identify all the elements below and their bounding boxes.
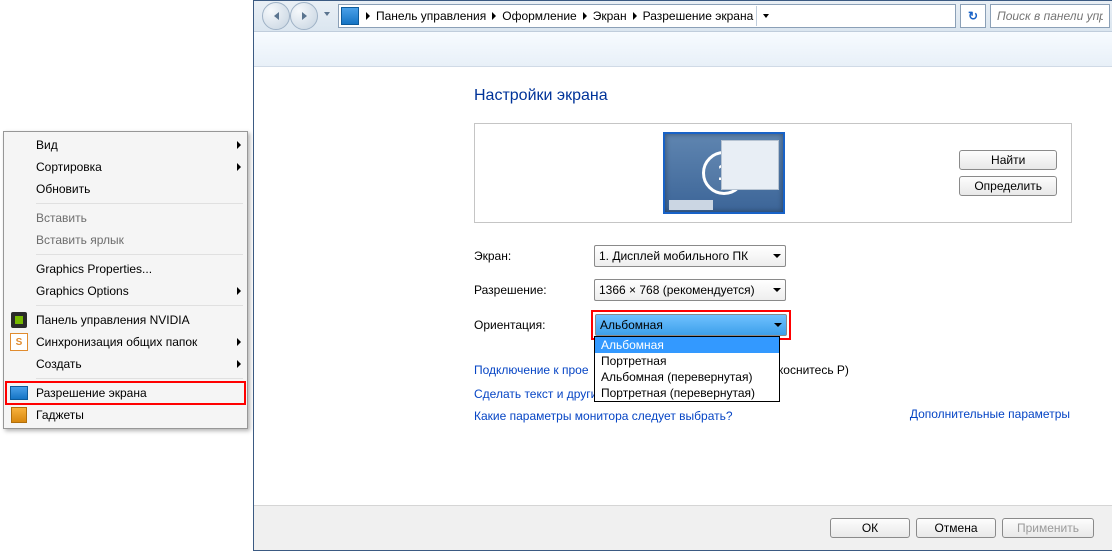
menu-item-create[interactable]: Создать [6,353,245,375]
dialog-footer: ОК Отмена Применить [254,505,1112,550]
menu-item-sync-folders[interactable]: S Синхронизация общих папок [6,331,245,353]
orientation-option[interactable]: Портретная (перевернутая) [595,385,779,401]
orientation-row: Ориентация: Альбомная Альбомная Портретн… [474,313,1072,337]
resolution-label: Разрешение: [474,283,594,297]
detect-button[interactable]: Определить [959,176,1057,196]
title-bar: Панель управления Оформление Экран Разре… [254,1,1112,32]
menu-item-nvidia[interactable]: Панель управления NVIDIA [6,309,245,331]
chevron-right-icon [366,12,370,20]
nvidia-icon [11,312,27,328]
breadcrumb-item[interactable]: Разрешение экрана [640,9,757,23]
menu-item-sort[interactable]: Сортировка [6,156,245,178]
toolbar-strip [254,32,1112,67]
arrow-right-icon [302,12,307,20]
resolution-row: Разрешение: 1366 × 768 (рекомендуется) [474,279,1072,301]
resolution-dropdown[interactable]: 1366 × 768 (рекомендуется) [594,279,786,301]
display-preview-box: 1 Найти Определить [474,123,1072,223]
refresh-button[interactable]: ↻ [960,4,986,28]
orientation-option[interactable]: Альбомная [595,337,779,353]
chevron-right-icon [633,12,637,20]
orientation-option[interactable]: Портретная [595,353,779,369]
orientation-dropdown-list: Альбомная Портретная Альбомная (переверн… [594,336,780,402]
apply-button[interactable]: Применить [1002,518,1094,538]
nav-forward-button[interactable] [290,2,318,30]
control-panel-window: Панель управления Оформление Экран Разре… [253,0,1112,551]
nav-history-dropdown[interactable] [320,2,334,26]
monitor-thumbnail[interactable]: 1 [663,132,785,214]
ok-button[interactable]: ОК [830,518,910,538]
display-label: Экран: [474,249,594,263]
display-dropdown[interactable]: 1. Дисплей мобильного ПК [594,245,786,267]
control-panel-icon [341,7,359,25]
menu-item-graphics-properties[interactable]: Graphics Properties... [6,258,245,280]
menu-item-refresh[interactable]: Обновить [6,178,245,200]
orientation-dropdown[interactable]: Альбомная [595,314,787,336]
mini-taskbar-icon [669,200,713,210]
refresh-icon: ↻ [968,9,978,23]
menu-item-paste-shortcut: Вставить ярлык [6,229,245,251]
content-area: Настройки экрана 1 Найти Определить Экра… [254,67,1112,505]
menu-separator [36,378,243,379]
menu-item-paste: Вставить [6,207,245,229]
menu-item-gadgets[interactable]: Гаджеты [6,404,245,426]
chevron-down-icon [774,323,782,327]
chevron-right-icon [583,12,587,20]
breadcrumb-item[interactable]: Экран [590,9,630,23]
menu-item-view[interactable]: Вид [6,134,245,156]
monitor-icon [10,386,28,400]
chevron-right-icon [237,287,241,295]
chevron-right-icon [492,12,496,20]
address-dropdown[interactable] [756,6,775,26]
chevron-down-icon [773,254,781,258]
arrow-left-icon [274,12,279,20]
chevron-right-icon [237,141,241,149]
menu-separator [36,305,243,306]
find-button[interactable]: Найти [959,150,1057,170]
nav-back-button[interactable] [262,2,290,30]
orientation-label: Ориентация: [474,318,594,332]
menu-separator [36,203,243,204]
sync-icon: S [10,333,28,351]
desktop-context-menu: Вид Сортировка Обновить Вставить Вставит… [3,131,248,429]
chevron-right-icon [237,163,241,171]
search-box[interactable] [990,4,1110,28]
chevron-right-icon [237,360,241,368]
breadcrumb-item[interactable]: Оформление [499,9,579,23]
breadcrumb-item[interactable]: Панель управления [373,9,489,23]
display-row: Экран: 1. Дисплей мобильного ПК [474,245,1072,267]
mini-window-icon [721,140,779,190]
chevron-down-icon [773,288,781,292]
menu-separator [36,254,243,255]
menu-item-graphics-options[interactable]: Graphics Options [6,280,245,302]
gadget-icon [11,407,27,423]
menu-item-screen-resolution[interactable]: Разрешение экрана [6,382,245,404]
address-bar[interactable]: Панель управления Оформление Экран Разре… [338,4,956,28]
chevron-right-icon [237,338,241,346]
orientation-option[interactable]: Альбомная (перевернутая) [595,369,779,385]
advanced-settings-link[interactable]: Дополнительные параметры [910,407,1070,421]
chevron-down-icon [763,14,769,18]
chevron-down-icon [324,12,330,16]
cancel-button[interactable]: Отмена [916,518,996,538]
search-input[interactable] [995,8,1105,24]
page-title: Настройки экрана [474,87,1072,105]
